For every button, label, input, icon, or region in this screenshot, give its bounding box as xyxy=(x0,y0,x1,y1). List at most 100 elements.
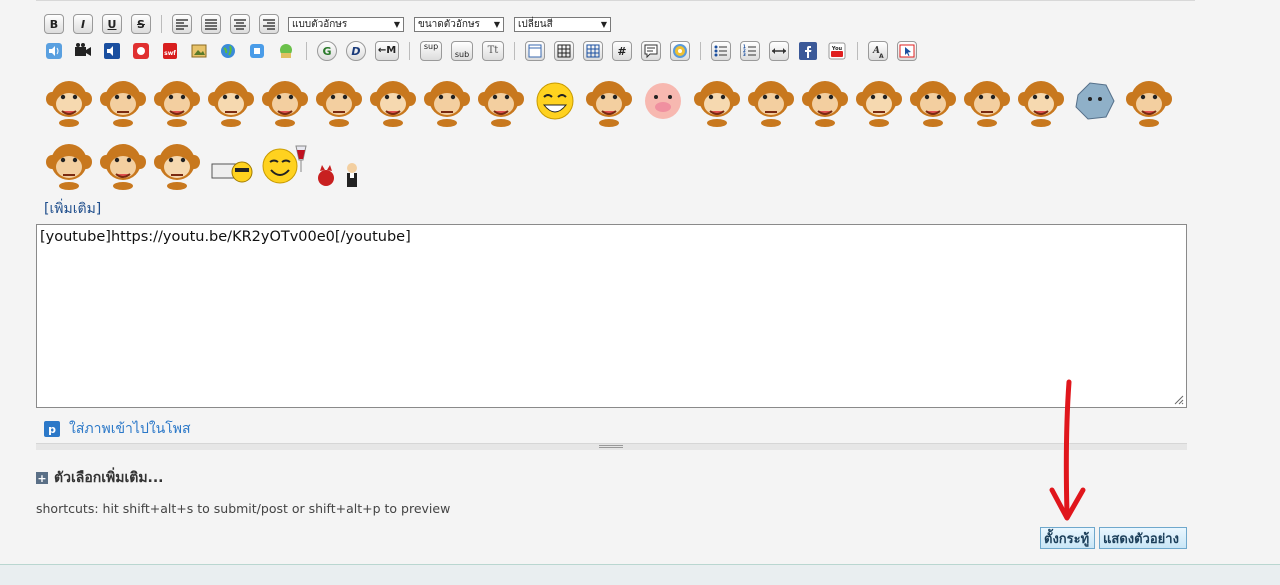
chevron-down-icon: ▼ xyxy=(393,19,400,29)
emoticon-item[interactable] xyxy=(692,75,742,127)
map-button[interactable] xyxy=(276,41,296,61)
align-justify-button[interactable] xyxy=(201,14,221,34)
bullet-list-button[interactable] xyxy=(711,41,731,61)
emoticon-item[interactable] xyxy=(260,138,310,190)
more-options-toggle[interactable]: + ตัวเลือกเพิ่มเติม... xyxy=(36,467,164,489)
g-tag-button[interactable]: G xyxy=(317,41,337,61)
subscript-button[interactable]: sub xyxy=(451,41,473,61)
red-media-button[interactable] xyxy=(131,41,151,61)
font-family-select-value: แบบตัวอักษร xyxy=(292,18,348,30)
web-link-button[interactable] xyxy=(218,41,238,61)
emoticon-icon xyxy=(748,81,794,127)
emoticon-icon xyxy=(318,163,357,187)
puzzle-button[interactable] xyxy=(247,41,267,61)
underline-button[interactable]: U xyxy=(102,14,122,34)
emoticon-item[interactable] xyxy=(1070,75,1120,127)
emoticon-item[interactable] xyxy=(152,75,202,127)
emoticon-item[interactable] xyxy=(530,75,580,127)
superscript-button[interactable]: sup xyxy=(420,41,442,61)
strike-button[interactable]: S xyxy=(131,14,151,34)
horizontal-rule-button[interactable] xyxy=(769,41,789,61)
emoticon-item[interactable] xyxy=(962,75,1012,127)
emoticon-item[interactable] xyxy=(152,138,202,190)
svg-text:3: 3 xyxy=(743,52,746,57)
font-color-select-value: เปลี่ยนสี xyxy=(518,18,553,30)
media-button[interactable] xyxy=(102,41,122,61)
italic-button[interactable]: I xyxy=(73,14,93,34)
align-left-icon xyxy=(176,19,188,30)
disc-icon xyxy=(673,44,687,58)
image-button[interactable] xyxy=(189,41,209,61)
align-center-button[interactable] xyxy=(230,14,250,34)
emoticon-item[interactable] xyxy=(314,138,404,190)
teletype-button[interactable]: Tt xyxy=(482,41,504,61)
emoticon-item[interactable] xyxy=(854,75,904,127)
emoticon-item[interactable] xyxy=(260,75,310,127)
cursor-button[interactable] xyxy=(897,41,917,61)
font-color-select[interactable]: เปลี่ยนสี ▼ xyxy=(514,16,611,32)
emoticon-icon xyxy=(46,144,92,190)
emoticon-item[interactable] xyxy=(314,75,364,127)
swf-button[interactable]: swf xyxy=(160,41,180,61)
font-family-select[interactable]: แบบตัวอักษร ▼ xyxy=(288,16,404,32)
emoticon-item[interactable] xyxy=(368,75,418,127)
emoticon-item[interactable] xyxy=(98,138,148,190)
emoticon-item[interactable] xyxy=(584,75,634,127)
chevron-down-icon: ▼ xyxy=(493,19,500,29)
emoticon-item[interactable] xyxy=(1124,75,1174,127)
cd-button[interactable] xyxy=(670,41,690,61)
facebook-button[interactable] xyxy=(798,41,818,61)
youtube-button[interactable]: You xyxy=(827,41,847,61)
emoticon-item[interactable] xyxy=(476,75,526,127)
emoticon-item[interactable] xyxy=(44,138,94,190)
emoticon-icon xyxy=(1075,82,1115,120)
emoticon-icon xyxy=(586,81,632,127)
emoticon-icon xyxy=(478,81,524,127)
resize-grip-icon[interactable] xyxy=(1172,393,1184,405)
emoticon-icon xyxy=(856,81,902,127)
emoticon-item[interactable] xyxy=(44,75,94,127)
table-button[interactable] xyxy=(525,41,545,61)
footer-strip xyxy=(0,564,1280,585)
bold-button[interactable]: B xyxy=(44,14,64,34)
emoticon-icon xyxy=(645,83,681,119)
table-grid-button[interactable] xyxy=(554,41,574,61)
toolbar-separator xyxy=(700,42,701,60)
p-upload-icon: p xyxy=(44,421,60,437)
emoticon-item[interactable] xyxy=(1016,75,1066,127)
emoticon-icon xyxy=(802,81,848,127)
m-tag-button[interactable]: ←M xyxy=(375,41,399,61)
numbered-list-button[interactable]: 123 xyxy=(740,41,760,61)
emoticon-item[interactable] xyxy=(908,75,958,127)
emoticon-item[interactable] xyxy=(638,75,688,127)
insert-image-link[interactable]: p ใส่ภาพเข้าไปในโพส xyxy=(44,418,191,440)
quote-button[interactable] xyxy=(641,41,661,61)
svg-text:A: A xyxy=(879,53,884,60)
emoticon-item[interactable] xyxy=(422,75,472,127)
preview-button[interactable]: แสดงตัวอย่าง xyxy=(1099,527,1187,549)
font-size-select[interactable]: ขนาดตัวอักษร ▼ xyxy=(414,16,504,32)
emoticon-item[interactable] xyxy=(746,75,796,127)
align-left-button[interactable] xyxy=(172,14,192,34)
table-blue-grid-button[interactable] xyxy=(583,41,603,61)
translate-button[interactable]: AA xyxy=(868,41,888,61)
align-right-button[interactable] xyxy=(259,14,279,34)
emoticon-item[interactable] xyxy=(206,138,256,190)
hash-button[interactable]: # xyxy=(612,41,632,61)
emoticon-item[interactable] xyxy=(206,75,256,127)
video-button[interactable] xyxy=(73,41,93,61)
emoticon-icon xyxy=(694,81,740,127)
message-textarea[interactable]: [youtube]https://youtu.be/KR2yOTv00e0[/y… xyxy=(36,224,1187,408)
emoticon-item[interactable] xyxy=(98,75,148,127)
arrow-horizontal-icon xyxy=(772,48,786,54)
more-emoticons-link[interactable]: [เพิ่มเติม] xyxy=(44,198,101,220)
table-icon xyxy=(528,44,542,58)
editor-resize-bar[interactable] xyxy=(36,443,1187,450)
align-center-icon xyxy=(234,19,246,30)
sound-button[interactable] xyxy=(44,41,64,61)
top-divider xyxy=(36,0,1195,1)
emoticon-item[interactable] xyxy=(800,75,850,127)
d-tag-button[interactable]: D xyxy=(346,41,366,61)
emoticon-icon xyxy=(536,82,574,120)
post-button[interactable]: ตั้งกระทู้ xyxy=(1040,527,1095,549)
